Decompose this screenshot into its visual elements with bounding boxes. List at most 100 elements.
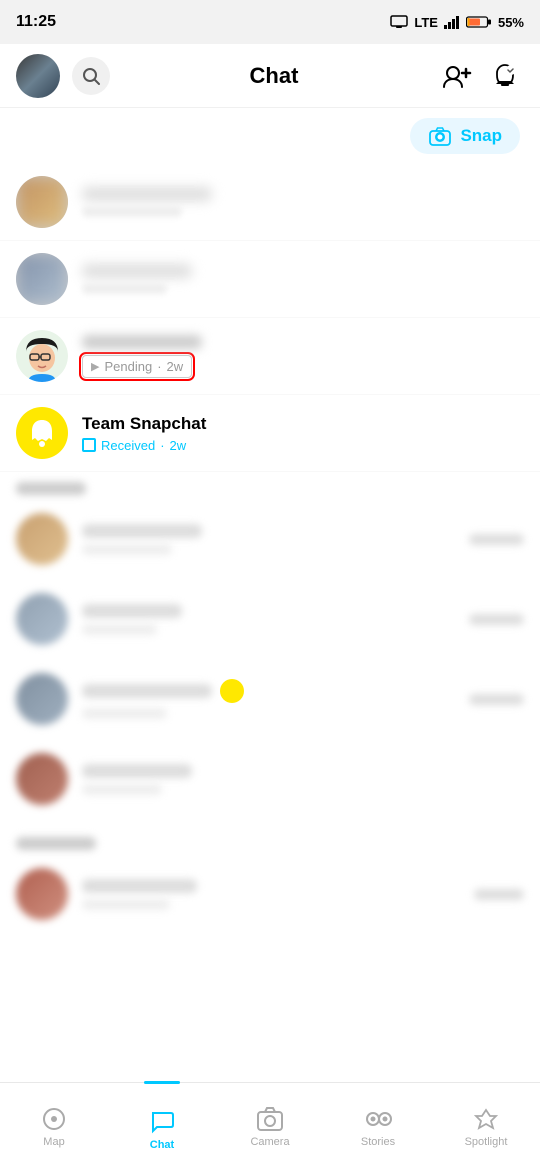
avatar: [16, 593, 68, 645]
signal-icon: [444, 15, 460, 29]
nav-label-stories: Stories: [361, 1136, 395, 1148]
chat-name: [82, 879, 197, 893]
stories-icon: [363, 1106, 393, 1132]
snap-label: Snap: [460, 126, 502, 146]
pending-label: Pending: [104, 359, 152, 374]
team-snapchat-item[interactable]: Team Snapchat Received · 2w: [0, 395, 540, 472]
profile-avatar[interactable]: [16, 54, 60, 98]
map-icon: [41, 1106, 67, 1132]
chat-name: [82, 764, 192, 778]
spotlight-icon: [474, 1106, 498, 1132]
blurred-section: [0, 472, 540, 934]
chat-list: ▶ Pending · 2w Team Snapchat Received · …: [0, 164, 540, 934]
list-item[interactable]: [0, 739, 540, 819]
snap-banner: Snap: [0, 108, 540, 164]
active-bar: [144, 1081, 180, 1084]
pending-arrow-icon: ▶: [91, 360, 99, 373]
search-icon: [81, 66, 101, 86]
page-title: Chat: [110, 63, 438, 89]
pending-badge: ▶ Pending · 2w: [82, 355, 192, 378]
chat-status: [82, 624, 157, 635]
nav-item-spotlight[interactable]: Spotlight: [432, 1098, 540, 1156]
avatar: [16, 330, 68, 382]
chat-info: [82, 264, 524, 294]
chat-status: [82, 283, 167, 294]
nav-item-camera[interactable]: Camera: [216, 1098, 324, 1156]
add-friend-button[interactable]: [438, 57, 476, 95]
received-status: Received · 2w: [82, 438, 524, 453]
battery-icon: [466, 15, 492, 29]
chat-status: [82, 544, 172, 555]
battery-label: 55%: [498, 15, 524, 30]
pending-time: 2w: [167, 359, 184, 374]
list-item[interactable]: [0, 579, 540, 659]
list-item[interactable]: [0, 164, 540, 241]
avatar: [16, 176, 68, 228]
screen-icon: [390, 15, 408, 29]
chat-info: [82, 604, 447, 635]
avatar: [16, 868, 68, 920]
status-time: 11:25: [16, 13, 56, 31]
chat-info: [82, 764, 524, 795]
list-item[interactable]: [0, 241, 540, 318]
header: Chat: [0, 44, 540, 108]
bottom-nav: Map Chat Camera Stories Spotlight: [0, 1082, 540, 1170]
team-snapchat-avatar: [16, 407, 68, 459]
notification-button[interactable]: [486, 57, 524, 95]
chat-name: [82, 684, 212, 698]
list-item[interactable]: [0, 499, 540, 579]
status-icons: LTE 55%: [390, 15, 524, 30]
lte-label: LTE: [414, 15, 438, 30]
pending-dot: ·: [157, 359, 161, 374]
list-item[interactable]: [0, 659, 540, 739]
bitmoji-avatar: [16, 330, 68, 382]
nav-label-map: Map: [43, 1136, 64, 1148]
yellow-dot: [220, 679, 244, 703]
chat-time: [469, 534, 524, 545]
chat-name: [82, 187, 212, 201]
nav-item-chat[interactable]: Chat: [108, 1095, 216, 1159]
nav-label-spotlight: Spotlight: [465, 1136, 508, 1148]
header-right: [438, 57, 524, 95]
received-icon: [82, 438, 96, 452]
snap-button[interactable]: Snap: [410, 118, 520, 154]
add-friend-icon: [442, 63, 472, 89]
received-time: 2w: [170, 438, 187, 453]
search-button[interactable]: [72, 57, 110, 95]
chat-status: [82, 784, 162, 795]
received-dot: ·: [160, 438, 164, 453]
chat-info: [82, 879, 452, 910]
chat-status: [82, 899, 170, 910]
chat-name: [82, 524, 202, 538]
chat-info: [82, 524, 447, 555]
chat-name: [82, 335, 202, 349]
nav-label-camera: Camera: [250, 1136, 289, 1148]
chat-time: [469, 694, 524, 705]
chat-name: [82, 264, 192, 278]
received-label: Received: [101, 438, 155, 453]
avatar: [16, 253, 68, 305]
chat-status: [82, 206, 182, 217]
list-item[interactable]: [0, 854, 540, 934]
chat-status: [82, 708, 167, 719]
chat-info: Team Snapchat Received · 2w: [82, 414, 524, 453]
chat-icon: [149, 1109, 175, 1135]
snap-camera-icon: [428, 126, 452, 146]
pending-chat-item[interactable]: ▶ Pending · 2w: [0, 318, 540, 395]
chat-info: ▶ Pending · 2w: [82, 335, 524, 378]
nav-item-map[interactable]: Map: [0, 1098, 108, 1156]
snapchat-ghost-icon: [25, 416, 59, 450]
avatar: [16, 753, 68, 805]
status-bar: 11:25 LTE 55%: [0, 0, 540, 44]
camera-icon: [256, 1106, 284, 1132]
nav-label-chat: Chat: [150, 1139, 174, 1151]
avatar: [16, 513, 68, 565]
chat-time: [474, 889, 524, 900]
chat-name: [82, 604, 182, 618]
chat-info: [82, 187, 524, 217]
chat-name: Team Snapchat: [82, 414, 524, 434]
nav-item-stories[interactable]: Stories: [324, 1098, 432, 1156]
notification-icon: [491, 63, 519, 89]
header-left: [16, 54, 110, 98]
chat-info: [82, 679, 447, 719]
